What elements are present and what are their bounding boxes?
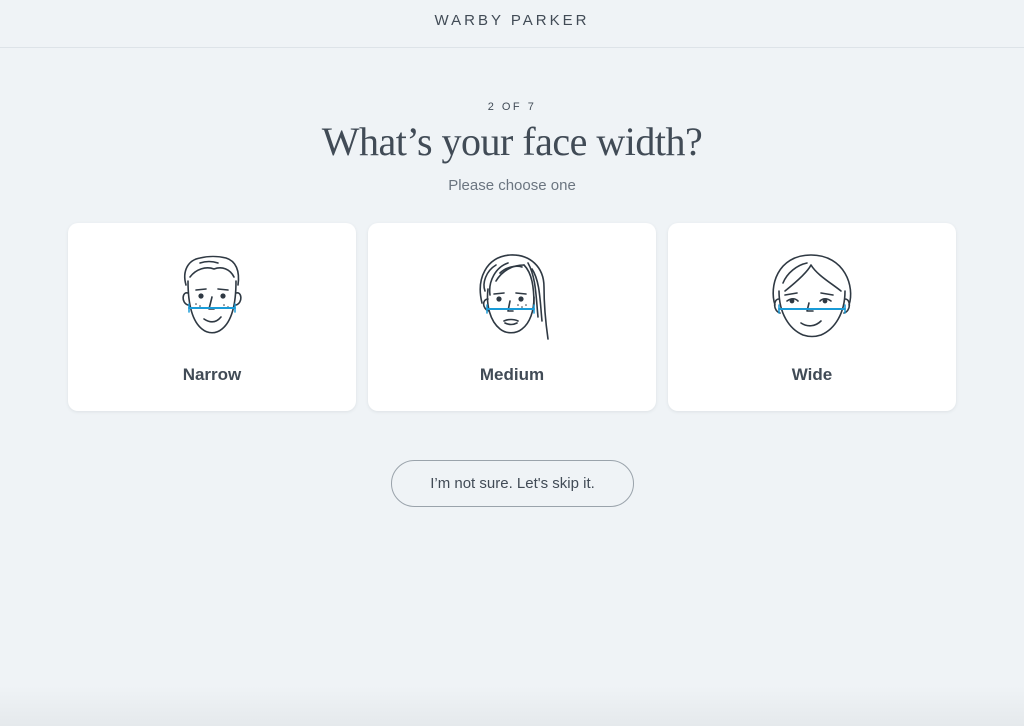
site-header: WARBY PARKER (0, 0, 1024, 48)
page-title: What’s your face width? (321, 119, 703, 164)
step-indicator: 2 OF 7 (487, 101, 537, 113)
option-label-narrow: Narrow (182, 365, 242, 384)
narrow-face-icon (182, 255, 242, 334)
option-label-wide: Wide (791, 365, 833, 384)
wide-face-icon (772, 254, 852, 338)
footer-fade (0, 686, 1024, 726)
option-card-narrow[interactable]: Narrow (68, 223, 356, 411)
option-label-medium: Medium (479, 365, 545, 384)
face-width-options: Narrow Medium Wide (68, 223, 956, 411)
page-subtitle: Please choose one (448, 177, 576, 194)
option-card-medium[interactable]: Medium (368, 223, 656, 411)
option-card-wide[interactable]: Wide (668, 223, 956, 411)
warby-parker-logo[interactable]: WARBY PARKER (435, 12, 590, 29)
skip-button[interactable]: I’m not sure. Let's skip it. (391, 460, 634, 507)
medium-face-icon (479, 254, 549, 340)
